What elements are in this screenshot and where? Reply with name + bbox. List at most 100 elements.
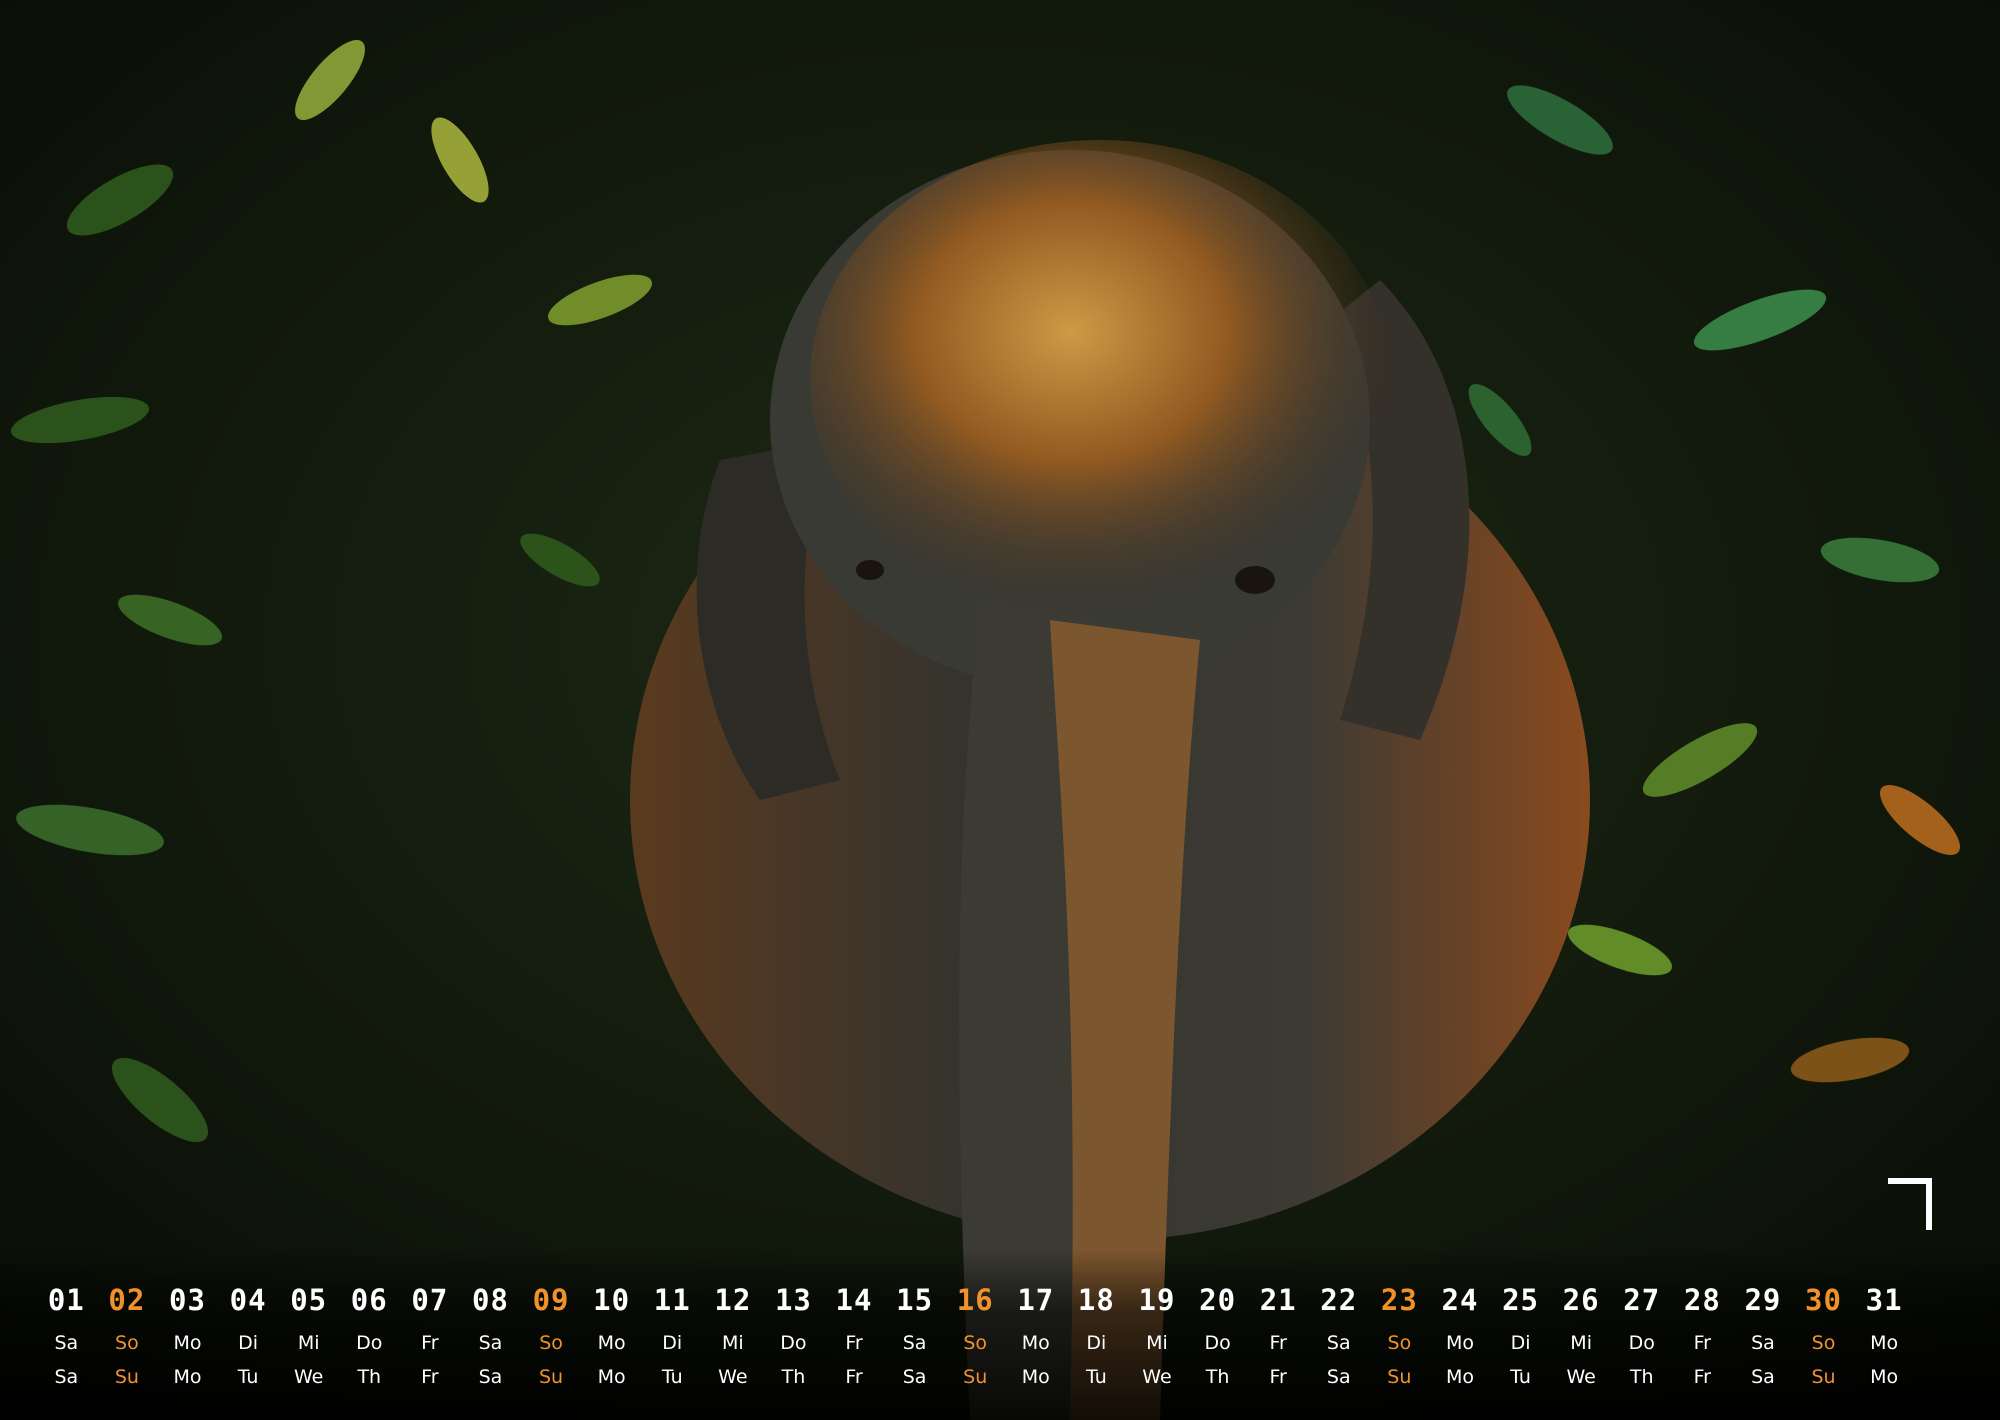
weekday-de: Mo [1021, 1332, 1050, 1354]
weekday-en: Su [963, 1366, 988, 1388]
weekday-en: Th [357, 1366, 382, 1388]
weekday-en: Mo [1870, 1366, 1899, 1388]
weekday-de: Mo [1870, 1332, 1899, 1354]
weekday-en: We [293, 1366, 324, 1388]
day-number: 31 [1865, 1283, 1903, 1317]
weekday-en: Mo [597, 1366, 626, 1388]
weekday-de: Do [780, 1332, 807, 1354]
day-number-row: 01 02 03 04 05 06 07 08 09 10 11 12 13 14 15 16 17 18 19 20… [36, 1278, 1976, 1322]
elephant-jungle-photo [0, 0, 2000, 1420]
day-number: 27 [1623, 1283, 1661, 1317]
weekday-en: Fr [421, 1366, 439, 1388]
weekday-de: Sa [1751, 1332, 1775, 1354]
day-number: 23 [1380, 1283, 1418, 1317]
weekday-de: So [1811, 1332, 1836, 1354]
weekday-en: We [1142, 1366, 1172, 1388]
weekday-de: Do [1628, 1332, 1655, 1354]
weekday-de: Di [1510, 1332, 1531, 1354]
calendar-page: 01 02 03 04 05 06 07 08 09 10 11 12 13 14 15 16 17 18 19 20… [0, 0, 2000, 1420]
weekday-en: Fr [1693, 1366, 1711, 1388]
day-number: 28 [1683, 1283, 1721, 1317]
weekday-de: Mo [597, 1332, 626, 1354]
weekday-de: So [1387, 1332, 1412, 1354]
weekday-en: Mo [1021, 1366, 1050, 1388]
weekday-en: Sa [54, 1366, 79, 1388]
day-number: 25 [1502, 1283, 1539, 1317]
day-number: 20 [1199, 1283, 1237, 1317]
weekday-de: Sa [54, 1332, 79, 1354]
weekday-de: Fr [421, 1332, 439, 1354]
weekday-de: Di [238, 1332, 259, 1354]
day-number: 21 [1259, 1283, 1297, 1317]
weekday-en: Mo [1445, 1366, 1474, 1388]
day-number: 07 [411, 1283, 449, 1317]
weekday-de: Mi [1570, 1332, 1592, 1354]
day-number: 29 [1744, 1283, 1782, 1317]
day-number: 13 [774, 1283, 812, 1317]
day-number: 18 [1077, 1283, 1115, 1317]
weekday-en: Sa [902, 1366, 927, 1388]
weekday-en: Tu [1086, 1366, 1107, 1388]
weekday-en: Su [538, 1366, 564, 1388]
weekday-en: Su [1811, 1366, 1836, 1388]
day-number: 24 [1441, 1283, 1479, 1317]
day-number: 16 [956, 1283, 994, 1317]
weekday-de: Di [662, 1332, 683, 1354]
day-number: 17 [1017, 1283, 1055, 1317]
weekday-en: Tu [661, 1366, 683, 1388]
weekday-en: Su [1387, 1366, 1412, 1388]
weekday-en: Th [781, 1366, 806, 1388]
month-corner-7-icon [1888, 1178, 1932, 1230]
weekday-de: Di [1086, 1332, 1107, 1354]
day-number: 09 [532, 1283, 570, 1317]
day-number: 15 [896, 1283, 934, 1317]
day-number: 19 [1138, 1283, 1176, 1317]
weekday-de: Mi [1146, 1332, 1168, 1354]
day-number: 01 [47, 1283, 85, 1317]
weekday-de: Sa [478, 1332, 503, 1354]
weekday-de: Fr [1693, 1332, 1711, 1354]
weekday-de: Do [356, 1332, 383, 1354]
weekday-en: Tu [1510, 1366, 1531, 1388]
weekday-en: We [718, 1366, 748, 1388]
day-number: 06 [350, 1283, 388, 1317]
weekday-de: Mo [1445, 1332, 1474, 1354]
weekday-de: So [963, 1332, 988, 1354]
month-calendar: 01 02 03 04 05 06 07 08 09 10 11 12 13 14 15 16 17 18 19 20… [36, 1278, 1976, 1394]
weekday-row-german: Sa So Mo Di Mi Do Fr Sa So Mo Di Mi Do Fr Sa So Mo Di Mi Do… [36, 1322, 1976, 1360]
day-number: 30 [1805, 1283, 1842, 1317]
weekday-en: Su [114, 1366, 139, 1388]
weekday-de: Fr [845, 1332, 863, 1354]
day-number: 08 [471, 1283, 509, 1317]
day-number: 22 [1320, 1283, 1358, 1317]
weekday-en: Sa [1751, 1366, 1775, 1388]
weekday-en: Mo [173, 1366, 202, 1388]
day-number: 11 [653, 1283, 691, 1317]
day-number: 10 [593, 1283, 631, 1317]
weekday-en: Tu [237, 1366, 259, 1388]
day-number: 04 [229, 1283, 267, 1317]
weekday-row-english: Sa Su Mo Tu We Th Fr Sa Su Mo Tu We Th Fr Sa Su Mo Tu We Th… [36, 1360, 1976, 1394]
weekday-de: Mi [721, 1332, 744, 1354]
day-number: 14 [835, 1283, 873, 1317]
weekday-en: Sa [478, 1366, 503, 1388]
weekday-en: Th [1205, 1366, 1230, 1388]
weekday-de: So [115, 1332, 139, 1354]
weekday-de: Do [1204, 1332, 1231, 1354]
weekday-de: Mo [173, 1332, 202, 1354]
weekday-en: Fr [845, 1366, 863, 1388]
day-number: 12 [714, 1283, 752, 1317]
weekday-de: Mi [297, 1332, 320, 1354]
weekday-de: Sa [1326, 1332, 1351, 1354]
day-number: 02 [108, 1283, 146, 1317]
weekday-en: Fr [1269, 1366, 1287, 1388]
day-number: 05 [290, 1283, 328, 1317]
day-number: 03 [169, 1283, 206, 1317]
weekday-de: Sa [902, 1332, 927, 1354]
weekday-en: We [1566, 1366, 1596, 1388]
day-number: 26 [1562, 1283, 1600, 1317]
weekday-de: Fr [1269, 1332, 1287, 1354]
weekday-en: Sa [1326, 1366, 1351, 1388]
weekday-de: So [539, 1332, 563, 1354]
weekday-en: Th [1629, 1366, 1654, 1388]
